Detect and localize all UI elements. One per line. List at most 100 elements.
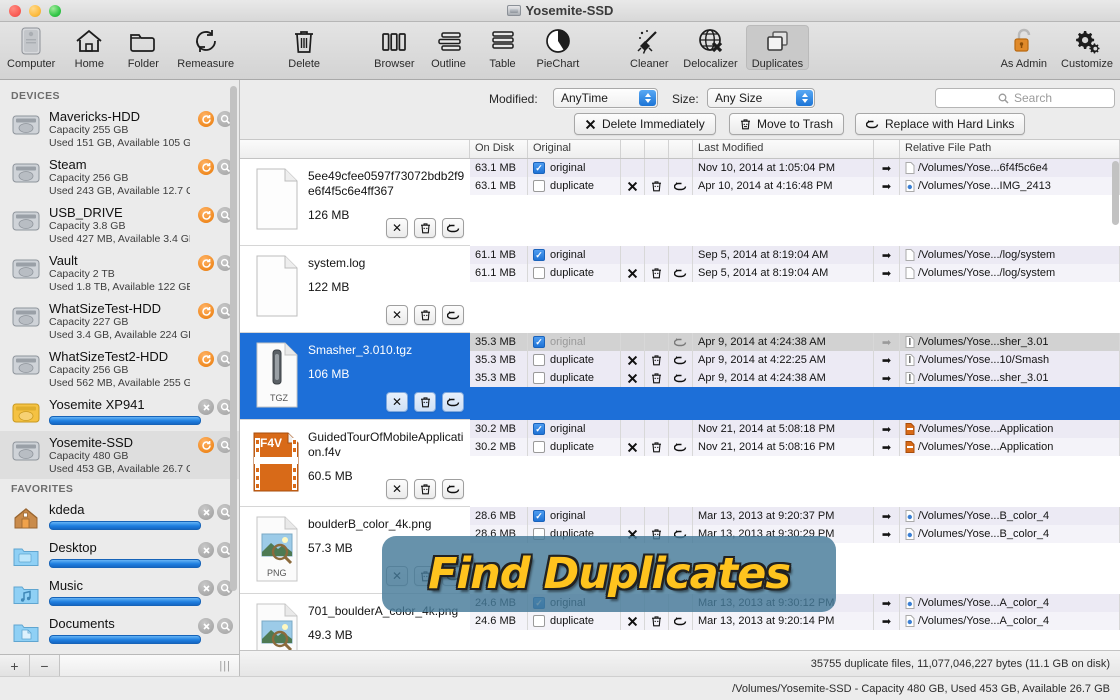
original-cell[interactable]: duplicate xyxy=(528,351,621,369)
original-checkbox[interactable] xyxy=(533,336,545,348)
duplicate-row[interactable]: 28.6 MB original Mar 13, 2013 at 9:20:37… xyxy=(470,507,1120,525)
row-link-button[interactable] xyxy=(669,612,693,630)
column-header-original[interactable]: Original xyxy=(528,140,621,158)
toolbar-item-remeasure[interactable]: Remeasure xyxy=(171,25,240,70)
duplicate-row[interactable]: 30.2 MB duplicate xyxy=(470,438,1120,456)
sidebar-item-music[interactable]: Music xyxy=(0,574,239,612)
toolbar-item-outline[interactable]: Outline xyxy=(423,25,475,70)
original-cell[interactable]: original xyxy=(528,159,621,177)
row-link-button[interactable] xyxy=(669,369,693,387)
column-header-reveal[interactable] xyxy=(874,140,900,158)
modified-select[interactable]: AnyTime xyxy=(553,88,658,108)
row-link-cell[interactable] xyxy=(669,333,693,351)
reveal-arrow-icon[interactable]: ➡ xyxy=(874,333,900,351)
column-header-trash[interactable] xyxy=(645,140,669,158)
toolbar-item-home[interactable]: Home xyxy=(63,25,115,70)
replace-with-hard-links-button[interactable] xyxy=(442,305,464,325)
row-trash-button[interactable] xyxy=(645,612,669,630)
original-checkbox[interactable] xyxy=(533,249,545,261)
reveal-arrow-icon[interactable]: ➡ xyxy=(874,594,900,612)
resize-grip-icon[interactable]: ||| xyxy=(219,660,231,672)
add-favorite-button[interactable]: + xyxy=(0,655,30,676)
reveal-arrow-icon[interactable]: ➡ xyxy=(874,159,900,177)
sidebar-item-whatsizetest2-hdd[interactable]: WhatSizeTest2-HDD Capacity 256 GB Used 5… xyxy=(0,345,239,393)
original-checkbox[interactable] xyxy=(533,423,545,435)
original-checkbox[interactable] xyxy=(533,510,545,522)
duplicate-row[interactable]: 63.1 MB duplicate xyxy=(470,177,1120,195)
refresh-icon[interactable] xyxy=(198,111,214,127)
reveal-arrow-icon[interactable]: ➡ xyxy=(874,264,900,282)
row-trash-button[interactable] xyxy=(645,264,669,282)
sidebar-scrollbar-thumb[interactable] xyxy=(230,86,237,591)
original-cell[interactable]: duplicate xyxy=(528,438,621,456)
refresh-icon[interactable] xyxy=(198,255,214,271)
reveal-arrow-icon[interactable]: ➡ xyxy=(874,612,900,630)
move-to-trash-button[interactable] xyxy=(414,392,436,412)
column-header-link[interactable] xyxy=(669,140,693,158)
duplicate-row[interactable]: 35.3 MB duplicate xyxy=(470,351,1120,369)
reveal-arrow-icon[interactable]: ➡ xyxy=(874,507,900,525)
sidebar-item-documents[interactable]: Documents xyxy=(0,612,239,650)
column-header-delete[interactable] xyxy=(621,140,645,158)
row-delete-button[interactable] xyxy=(621,177,645,195)
replace-with-hard-links-button[interactable] xyxy=(442,218,464,238)
sidebar-item-vault[interactable]: Vault Capacity 2 TB Used 1.8 TB, Availab… xyxy=(0,249,239,297)
original-cell[interactable]: original xyxy=(528,420,621,438)
toolbar-item-piechart[interactable]: PieChart xyxy=(531,25,586,70)
duplicate-row[interactable]: 35.3 MB duplicate xyxy=(470,369,1120,387)
sidebar-item-whatsizetest-hdd[interactable]: WhatSizeTest-HDD Capacity 227 GB Used 3.… xyxy=(0,297,239,345)
table-row[interactable]: TGZ Smasher_3.010.tgz 106 MB ✕ xyxy=(240,333,1120,420)
row-delete-button[interactable] xyxy=(621,369,645,387)
original-cell[interactable]: original xyxy=(528,507,621,525)
refresh-icon[interactable] xyxy=(198,303,214,319)
original-cell[interactable]: duplicate xyxy=(528,264,621,282)
move-to-trash-button[interactable] xyxy=(414,218,436,238)
replace-with-hard-links-button[interactable] xyxy=(442,392,464,412)
column-header-on-disk[interactable]: On Disk xyxy=(470,140,528,158)
row-trash-button[interactable] xyxy=(645,177,669,195)
close-icon[interactable] xyxy=(198,542,214,558)
sidebar-item-desktop[interactable]: Desktop xyxy=(0,536,239,574)
refresh-icon[interactable] xyxy=(198,159,214,175)
close-icon[interactable] xyxy=(198,618,214,634)
duplicate-row[interactable]: 24.6 MB duplicate xyxy=(470,612,1120,630)
reveal-arrow-icon[interactable]: ➡ xyxy=(874,369,900,387)
table-row[interactable]: system.log 122 MB ✕ xyxy=(240,246,1120,333)
remove-favorite-button[interactable]: − xyxy=(30,655,60,676)
sidebar-item-mavericks-hdd[interactable]: Mavericks-HDD Capacity 255 GB Used 151 G… xyxy=(0,105,239,153)
toolbar-item-folder[interactable]: Folder xyxy=(117,25,169,70)
duplicate-row[interactable]: 61.1 MB original Sep 5, 2014 at 8:19:04 … xyxy=(470,246,1120,264)
sidebar-item-yosemite-xp941[interactable]: Yosemite XP941 xyxy=(0,393,239,431)
table-scrollbar-thumb[interactable] xyxy=(1112,161,1119,225)
toolbar-item-computer[interactable]: Computer xyxy=(1,25,61,70)
delete-immediately-button[interactable]: ✕ xyxy=(386,218,408,238)
row-trash-button[interactable] xyxy=(645,369,669,387)
sidebar-item-yosemite-ssd[interactable]: Yosemite-SSD Capacity 480 GB Used 453 GB… xyxy=(0,431,239,479)
original-checkbox[interactable] xyxy=(533,162,545,174)
search-input[interactable]: Search xyxy=(935,88,1115,108)
sidebar-item-steam[interactable]: Steam Capacity 256 GB Used 243 GB, Avail… xyxy=(0,153,239,201)
toolbar-item-duplicates[interactable]: Duplicates xyxy=(746,25,809,70)
row-link-button[interactable] xyxy=(669,264,693,282)
toolbar-item-table[interactable]: Table xyxy=(477,25,529,70)
reveal-arrow-icon[interactable]: ➡ xyxy=(874,420,900,438)
delete-immediately-button[interactable]: Delete Immediately xyxy=(574,113,716,135)
refresh-icon[interactable] xyxy=(198,351,214,367)
table-row[interactable]: 5ee49cfee0597f73072bdb2f9e6f4f5c6e4ff367… xyxy=(240,159,1120,246)
original-checkbox[interactable] xyxy=(533,267,545,279)
original-cell[interactable]: duplicate xyxy=(528,369,621,387)
table-row[interactable]: F4V GuidedTourOfMobileApplication.f4v 60… xyxy=(240,420,1120,507)
toolbar-item-browser[interactable]: Browser xyxy=(368,25,420,70)
close-window-button[interactable] xyxy=(9,5,21,17)
row-delete-button[interactable] xyxy=(621,351,645,369)
replace-with-hard-links-button[interactable]: Replace with Hard Links xyxy=(855,113,1025,135)
duplicate-row[interactable]: 30.2 MB original Nov 21, 2014 at 5:08:18… xyxy=(470,420,1120,438)
delete-immediately-button[interactable]: ✕ xyxy=(386,305,408,325)
duplicate-row[interactable]: 63.1 MB original Nov 10, 2014 at 1:05:04… xyxy=(470,159,1120,177)
sidebar-item-trash[interactable]: Trash xyxy=(0,650,239,654)
column-header-relative-file-path[interactable]: Relative File Path xyxy=(900,140,1120,158)
reveal-arrow-icon[interactable]: ➡ xyxy=(874,351,900,369)
sidebar-item-usb-drive[interactable]: USB_DRIVE Capacity 3.8 GB Used 427 MB, A… xyxy=(0,201,239,249)
close-icon[interactable] xyxy=(198,399,214,415)
original-cell[interactable]: original xyxy=(528,246,621,264)
